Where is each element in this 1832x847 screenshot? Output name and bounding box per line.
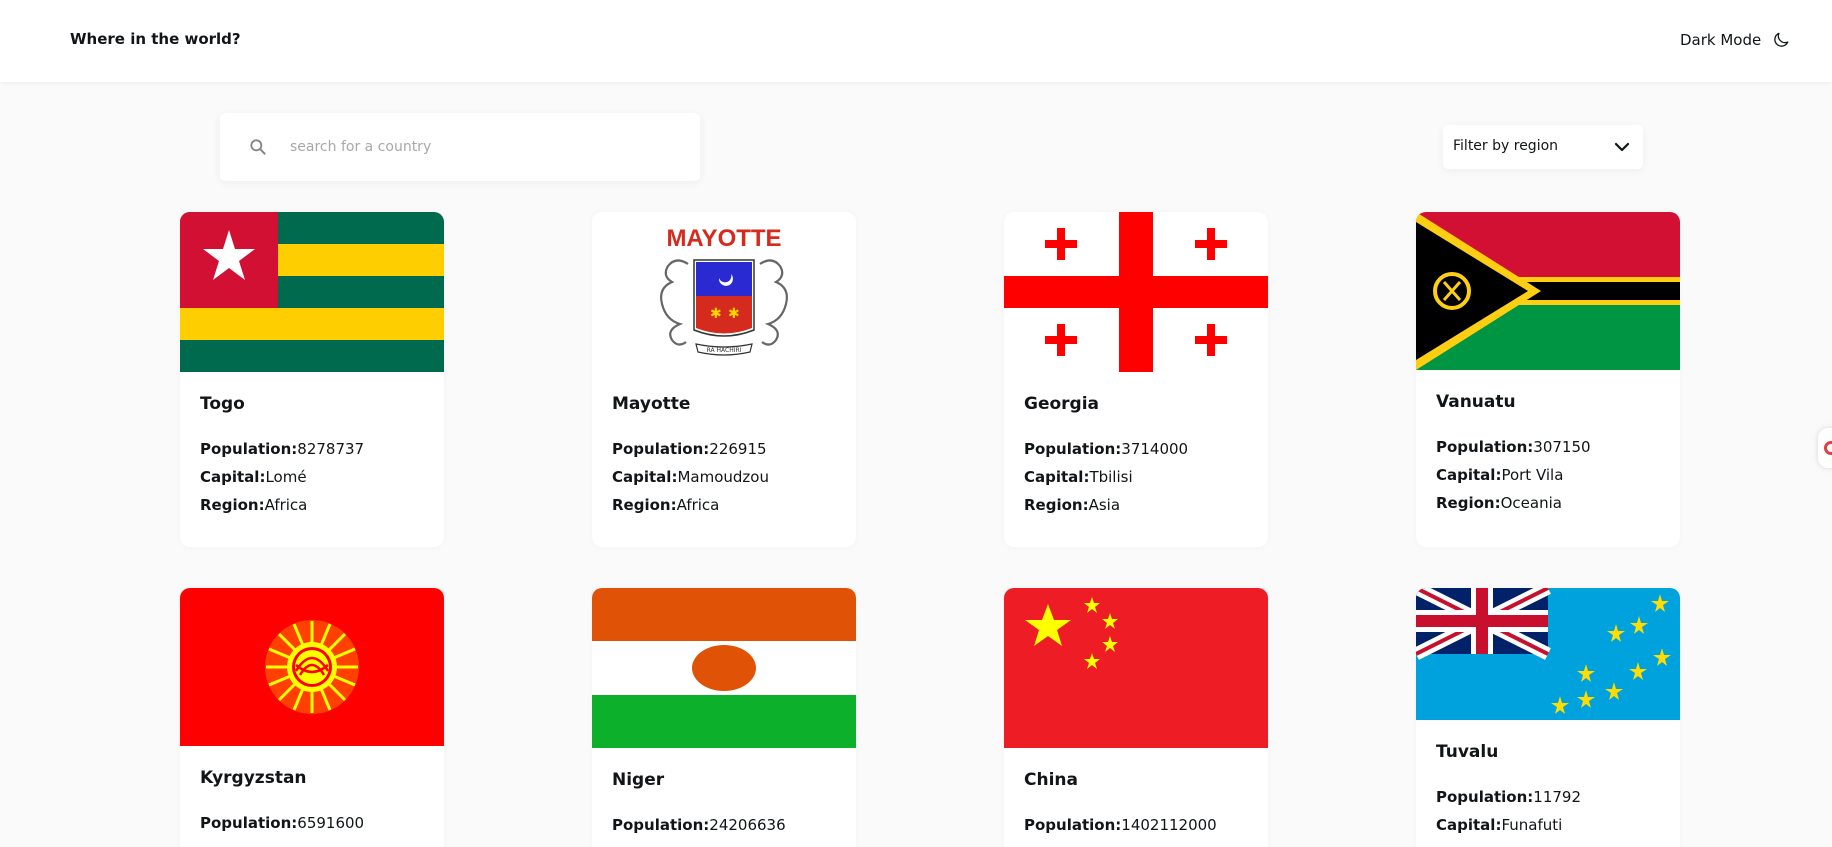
- population-label: Population:: [200, 440, 298, 458]
- flag-mayotte: MAYOTTE ✱ ✱ RA HACHIRI: [592, 212, 856, 372]
- population-line: Population:1402112000: [1024, 816, 1217, 834]
- svg-text:✱: ✱: [728, 306, 740, 322]
- search-box: [220, 113, 700, 181]
- dark-mode-label: Dark Mode: [1680, 31, 1762, 49]
- population-value: 1402112000: [1121, 816, 1217, 834]
- capital-line: Capital:Funafuti: [1436, 816, 1562, 834]
- region-value: Africa: [264, 496, 308, 514]
- search-icon: [248, 137, 268, 157]
- capital-value: Port Vila: [1501, 466, 1564, 484]
- country-name: Vanuatu: [1436, 392, 1516, 412]
- region-label: Region:: [612, 496, 677, 514]
- country-card-georgia[interactable]: Georgia Population:3714000 Capital:Tbili…: [1004, 212, 1268, 547]
- region-label: Region:: [1024, 496, 1089, 514]
- population-label: Population:: [612, 816, 710, 834]
- region-line: Region:Africa: [612, 496, 719, 514]
- country-card-vanuatu[interactable]: Vanuatu Population:307150 Capital:Port V…: [1416, 212, 1680, 547]
- capital-value: Lomé: [265, 468, 307, 486]
- capital-line: Capital:Lomé: [200, 468, 307, 486]
- population-line: Population:11792: [1436, 788, 1581, 806]
- population-value: 307150: [1533, 438, 1591, 456]
- country-card-mayotte[interactable]: MAYOTTE ✱ ✱ RA HACHIRI Mayotte Populatio…: [592, 212, 856, 547]
- region-label: Region:: [200, 496, 265, 514]
- country-name: Mayotte: [612, 394, 691, 414]
- capital-line: Capital:Port Vila: [1436, 466, 1563, 484]
- flag-kyrgyzstan: [180, 588, 444, 746]
- country-card-niger[interactable]: Niger Population:24206636: [592, 588, 856, 847]
- side-extension-widget[interactable]: [1818, 428, 1832, 468]
- flag-text: MAYOTTE: [666, 225, 781, 252]
- region-filter-select[interactable]: Filter by region: [1443, 125, 1643, 169]
- country-name: Tuvalu: [1436, 742, 1499, 762]
- capital-label: Capital:: [1436, 466, 1502, 484]
- population-value: 6591600: [297, 814, 365, 832]
- region-value: Asia: [1088, 496, 1121, 514]
- flag-togo: [180, 212, 444, 372]
- country-card-kyrgyzstan[interactable]: Kyrgyzstan Population:6591600: [180, 588, 444, 847]
- population-value: 3714000: [1121, 440, 1189, 458]
- capital-value: Funafuti: [1501, 816, 1563, 834]
- population-line: Population:307150: [1436, 438, 1591, 456]
- capital-label: Capital:: [1436, 816, 1502, 834]
- moon-icon: [1771, 30, 1791, 50]
- country-name: Kyrgyzstan: [200, 768, 307, 788]
- flag-niger: [592, 588, 856, 748]
- population-value: 8278737: [297, 440, 365, 458]
- app-title: Where in the world?: [70, 30, 241, 48]
- search-input[interactable]: [290, 135, 670, 159]
- population-label: Population:: [1436, 438, 1534, 456]
- population-line: Population:3714000: [1024, 440, 1188, 458]
- country-name: Togo: [200, 394, 245, 414]
- population-line: Population:24206636: [612, 816, 786, 834]
- capital-label: Capital:: [612, 468, 678, 486]
- capital-value: Mamoudzou: [677, 468, 769, 486]
- capital-line: Capital:Tbilisi: [1024, 468, 1133, 486]
- population-label: Population:: [1024, 816, 1122, 834]
- region-line: Region:Oceania: [1436, 494, 1562, 512]
- flag-tuvalu: [1416, 588, 1680, 720]
- app-header: Where in the world? Dark Mode: [0, 0, 1832, 82]
- population-value: 11792: [1533, 788, 1581, 806]
- population-label: Population:: [200, 814, 298, 832]
- capital-value: Tbilisi: [1089, 468, 1133, 486]
- population-line: Population:8278737: [200, 440, 364, 458]
- population-value: 24206636: [709, 816, 786, 834]
- population-value: 226915: [709, 440, 767, 458]
- country-card-togo[interactable]: Togo Population:8278737 Capital:Lomé Reg…: [180, 212, 444, 547]
- capital-label: Capital:: [1024, 468, 1090, 486]
- dark-mode-toggle[interactable]: Dark Mode: [1680, 28, 1791, 52]
- region-label: Region:: [1436, 494, 1501, 512]
- region-line: Region:Asia: [1024, 496, 1120, 514]
- filter-label: Filter by region: [1453, 138, 1559, 154]
- region-value: Africa: [676, 496, 720, 514]
- flag-georgia: [1004, 212, 1268, 372]
- country-name: Niger: [612, 770, 665, 790]
- chevron-down-icon: [1613, 138, 1631, 156]
- population-label: Population:: [612, 440, 710, 458]
- country-card-china[interactable]: China Population:1402112000: [1004, 588, 1268, 847]
- capital-label: Capital:: [200, 468, 266, 486]
- country-name: Georgia: [1024, 394, 1100, 414]
- flag-scroll-text: RA HACHIRI: [707, 347, 742, 354]
- capital-line: Capital:Mamoudzou: [612, 468, 769, 486]
- population-label: Population:: [1024, 440, 1122, 458]
- flag-vanuatu: [1416, 212, 1680, 370]
- population-line: Population:6591600: [200, 814, 364, 832]
- region-line: Region:Africa: [200, 496, 307, 514]
- country-name: China: [1024, 770, 1078, 790]
- flag-china: [1004, 588, 1268, 748]
- region-value: Oceania: [1500, 494, 1562, 512]
- population-label: Population:: [1436, 788, 1534, 806]
- country-card-tuvalu[interactable]: Tuvalu Population:11792 Capital:Funafuti: [1416, 588, 1680, 847]
- population-line: Population:226915: [612, 440, 767, 458]
- extension-icon: [1824, 441, 1832, 455]
- svg-text:✱: ✱: [710, 306, 722, 322]
